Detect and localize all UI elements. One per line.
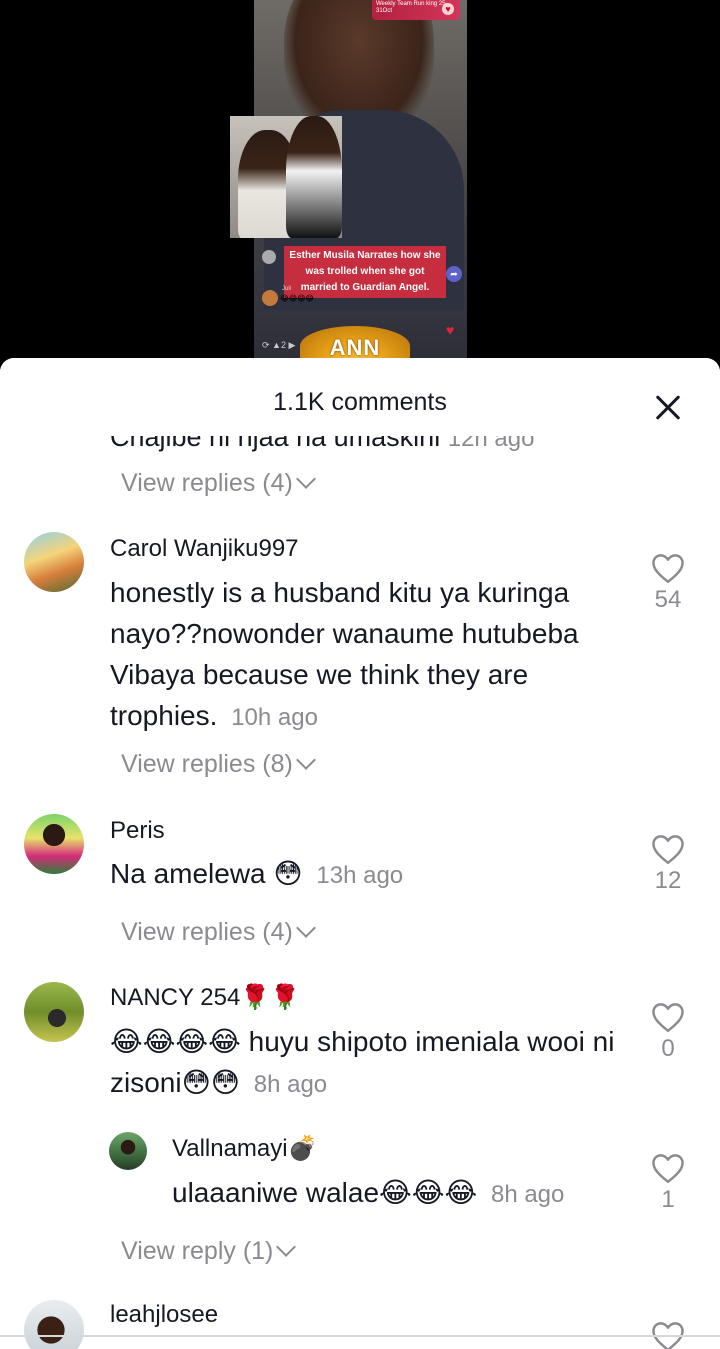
share-icon[interactable]: ➦ xyxy=(446,266,462,282)
emoji-row: 😂😂😂😂 xyxy=(280,294,314,303)
reply-username[interactable]: Vallnamayi💣 xyxy=(172,1134,318,1163)
comment-username[interactable]: NANCY 254🌹🌹 xyxy=(110,983,300,1012)
like-button[interactable]: 1 xyxy=(646,1152,690,1214)
view-replies-button[interactable]: View replies (8) xyxy=(121,750,316,779)
comment-time: 10h ago xyxy=(231,704,318,731)
weekly-badge-text: Weekly Team Run king 25-31Oct xyxy=(376,1,448,14)
view-replies-button[interactable]: View replies (4) xyxy=(121,469,316,498)
heart-icon[interactable]: ♥ xyxy=(446,322,454,338)
avatar[interactable] xyxy=(109,1132,147,1170)
couple-photo xyxy=(230,116,342,238)
close-icon[interactable] xyxy=(650,390,686,426)
comment-username[interactable]: Carol Wanjiku997 xyxy=(110,535,299,563)
comments-count-title: 1.1K comments xyxy=(273,388,447,416)
video-player[interactable]: Weekly Team Run king 25-31Oct ♥ Esther M… xyxy=(0,0,720,380)
heart-outline-icon xyxy=(652,1003,684,1033)
chevron-down-icon xyxy=(295,918,316,938)
comment-text: Na amelewa 😳 13h ago xyxy=(110,858,404,889)
comment-time: 8h ago xyxy=(253,1071,328,1098)
comment-text: honestly is a husband kitu ya kuringa na… xyxy=(110,577,579,731)
chevron-down-icon xyxy=(295,469,316,489)
like-count: 1 xyxy=(661,1186,675,1213)
comment-username[interactable]: Peris xyxy=(110,817,165,845)
view-reply-button[interactable]: View reply (1) xyxy=(121,1237,297,1266)
live-avatar-icon xyxy=(262,250,276,264)
avatar[interactable] xyxy=(24,982,84,1042)
viewer-label: Juli xyxy=(282,286,292,292)
heart-outline-icon xyxy=(652,1154,684,1184)
video-controls-icon[interactable]: ⟳ ▲2 ▶ xyxy=(262,340,295,351)
reply-time: 8h ago xyxy=(490,1181,565,1208)
view-replies-button[interactable]: View replies (4) xyxy=(121,918,316,947)
badge-heart-icon: ♥ xyxy=(442,3,454,15)
comments-sheet: Chajibe ni njaa na umaskini 12h ago View… xyxy=(0,358,720,1349)
like-count: 54 xyxy=(654,586,682,613)
chevron-down-icon xyxy=(295,750,316,770)
like-count: 0 xyxy=(661,1035,675,1062)
like-count: 12 xyxy=(654,867,682,894)
comment-list[interactable]: Chajibe ni njaa na umaskini 12h ago View… xyxy=(0,358,720,1349)
heart-outline-icon xyxy=(652,554,684,584)
comment-time: 13h ago xyxy=(316,862,404,889)
reply-text: ulaaaniwe walae😂😂😂 8h ago xyxy=(172,1177,565,1208)
divider xyxy=(0,1335,720,1337)
like-button[interactable]: 0 xyxy=(646,1001,690,1063)
weekly-badge: Weekly Team Run king 25-31Oct ♥ xyxy=(372,0,460,20)
comment-username[interactable]: leahjlosee xyxy=(110,1301,218,1329)
photo-man xyxy=(286,116,342,238)
avatar[interactable] xyxy=(24,1300,84,1349)
video-caption: Esther Musila Narrates how she was troll… xyxy=(284,246,446,298)
comment-text: 😂😂😂😂 huyu shipoto imeniala wooi ni zison… xyxy=(110,1026,615,1098)
chevron-down-icon xyxy=(276,1237,297,1257)
avatar[interactable] xyxy=(24,814,84,874)
avatar[interactable] xyxy=(24,532,84,592)
sheet-header: 1.1K comments xyxy=(0,358,720,436)
heart-outline-icon xyxy=(652,835,684,865)
like-button[interactable]: 12 xyxy=(646,833,690,895)
viewer-avatar-icon xyxy=(262,290,278,306)
like-button[interactable]: 54 xyxy=(646,552,690,614)
